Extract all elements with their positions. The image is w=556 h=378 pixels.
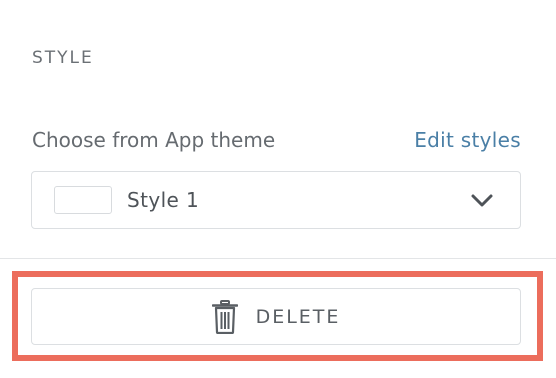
choose-theme-label: Choose from App theme xyxy=(32,128,276,152)
trash-icon xyxy=(211,299,238,334)
section-title: STYLE xyxy=(32,48,94,68)
style-color-swatch xyxy=(54,186,112,214)
edit-styles-link[interactable]: Edit styles xyxy=(414,128,521,152)
style-dropdown[interactable]: Style 1 xyxy=(31,171,521,229)
delete-button-label: DELETE xyxy=(255,305,341,328)
style-panel: STYLE Choose from App theme Edit styles … xyxy=(0,0,556,378)
chevron-down-icon xyxy=(471,194,493,207)
style-dropdown-value: Style 1 xyxy=(127,188,200,212)
theme-row: Choose from App theme Edit styles xyxy=(32,128,521,152)
divider xyxy=(0,258,556,259)
delete-button[interactable]: DELETE xyxy=(31,288,521,345)
